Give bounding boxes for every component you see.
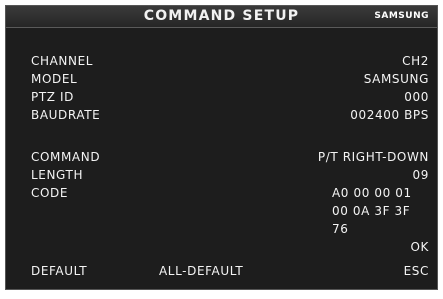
default-button[interactable]: DEFAULT [31,264,87,278]
channel-label: CHANNEL [31,54,94,68]
code-label: CODE [31,186,69,200]
ptz-id-value[interactable]: 000 [404,90,429,104]
all-default-button[interactable]: ALL-DEFAULT [159,264,243,278]
code-line[interactable]: 76 [332,222,348,236]
baudrate-label: BAUDRATE [31,108,101,122]
page-title: COMMAND SETUP [143,8,300,24]
length-value[interactable]: 09 [413,168,429,182]
length-label: LENGTH [31,168,84,182]
model-value[interactable]: SAMSUNG [364,72,429,86]
command-value[interactable]: P/T RIGHT-DOWN [318,150,429,164]
title-bar: COMMAND SETUP SAMSUNG [6,6,437,28]
command-label: COMMAND [31,150,101,164]
esc-button[interactable]: ESC [404,264,429,278]
code-line[interactable]: A0 00 00 01 [332,186,412,200]
baudrate-value[interactable]: 002400 BPS [350,108,429,122]
osd-screen: COMMAND SETUP SAMSUNG CHANNEL CH2 MODEL … [5,5,438,290]
ptz-id-label: PTZ ID [31,90,74,104]
ok-button[interactable]: OK [410,240,429,254]
model-label: MODEL [31,72,78,86]
code-line[interactable]: 00 0A 3F 3F [332,204,410,218]
channel-value[interactable]: CH2 [402,54,429,68]
brand-logo: SAMSUNG [374,11,429,21]
